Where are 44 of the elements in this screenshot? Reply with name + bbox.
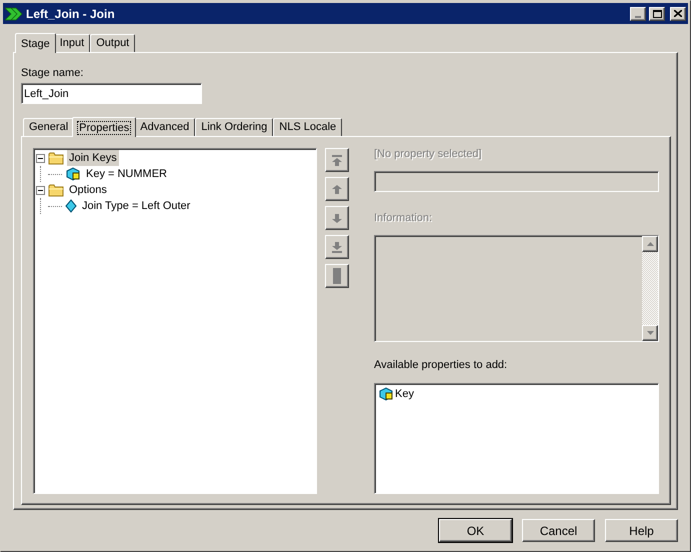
- tab[interactable]: Input: [54, 34, 90, 52]
- list-item[interactable]: Key: [395, 386, 414, 402]
- app-icon: [5, 6, 23, 20]
- folder-icon: [48, 151, 64, 165]
- tree-item[interactable]: Options: [67, 182, 109, 198]
- maximize-button[interactable]: [649, 6, 665, 20]
- close-icon: [674, 10, 682, 17]
- available-list[interactable]: Key: [374, 383, 659, 494]
- bar-icon: [333, 268, 341, 284]
- tab[interactable]: Output: [90, 34, 136, 52]
- available-label: Available properties to add:: [374, 359, 508, 372]
- collapse-icon[interactable]: [36, 186, 45, 194]
- tab[interactable]: Link Ordering: [195, 118, 274, 136]
- scroll-down-icon: [646, 331, 654, 335]
- stage-name-field[interactable]: Left_Join: [21, 83, 202, 104]
- tab[interactable]: Properties: [72, 117, 136, 137]
- stage-name-label: Stage name:: [21, 67, 84, 80]
- down-arrow-icon: [332, 214, 342, 222]
- scrollbar[interactable]: [642, 236, 658, 341]
- folder-icon: [48, 183, 64, 197]
- diamond-icon: [65, 199, 77, 213]
- information-label: Information:: [374, 212, 434, 225]
- dialog-button[interactable]: Help: [605, 519, 678, 542]
- dialog-button[interactable]: Cancel: [522, 519, 595, 542]
- property-label: [No property selected]: [374, 148, 483, 161]
- window-title: Left_Join - Join: [26, 6, 116, 22]
- properties-tree[interactable]: Join Keys Key = NUMMER Options Join Type = Left Outer: [33, 148, 317, 494]
- tab[interactable]: General: [23, 118, 74, 136]
- move-bottom-icon: [332, 242, 342, 252]
- tree-item[interactable]: Key = NUMMER: [84, 166, 169, 182]
- tab[interactable]: NLS Locale: [273, 118, 342, 136]
- tree-item[interactable]: Join Type = Left Outer: [80, 198, 192, 214]
- close-button[interactable]: [670, 6, 686, 20]
- cube-icon: [65, 167, 81, 181]
- move-top-icon: [332, 154, 342, 166]
- tree-item[interactable]: Join Keys: [67, 150, 119, 166]
- tab[interactable]: Stage: [15, 33, 56, 53]
- up-arrow-icon: [332, 184, 342, 194]
- scroll-up-icon: [646, 242, 654, 246]
- minimize-button[interactable]: [630, 6, 646, 20]
- tab[interactable]: Advanced: [134, 118, 196, 136]
- cube-icon: [378, 387, 394, 401]
- dialog-button[interactable]: OK: [439, 519, 512, 542]
- collapse-icon[interactable]: [36, 154, 45, 162]
